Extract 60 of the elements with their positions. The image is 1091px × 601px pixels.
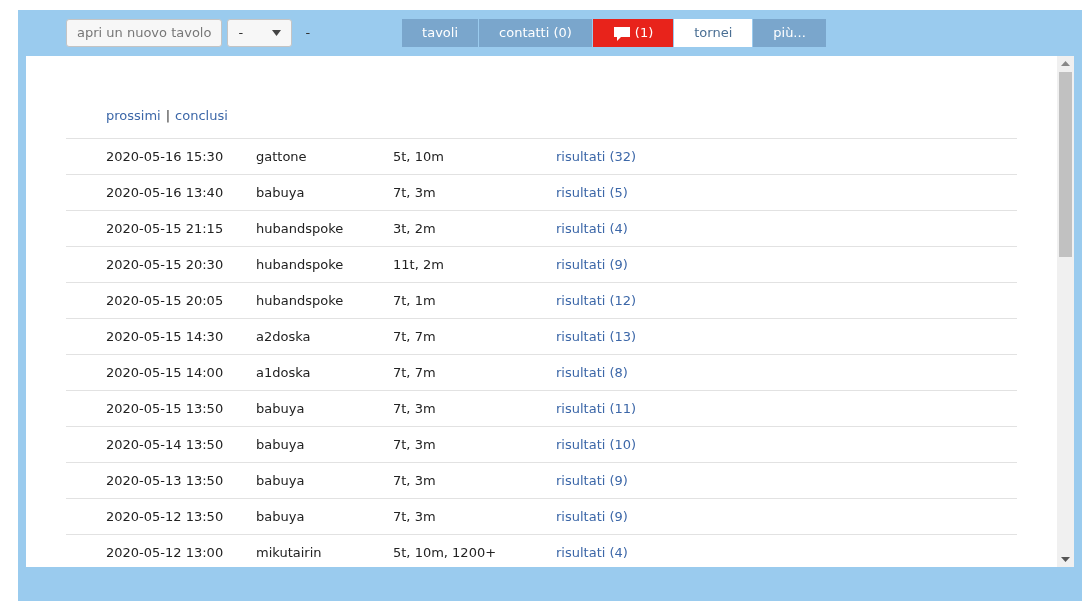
results-link[interactable]: risultati (13): [556, 326, 637, 347]
date-cell-text: 2020-05-12 13:50: [106, 507, 225, 526]
organizer-cell-text: hubandspoke: [256, 291, 345, 310]
date-cell-text: 2020-05-16 13:40: [106, 183, 225, 202]
status-text: -: [305, 24, 311, 43]
settings-cell-text: 7t, 3m: [393, 183, 437, 202]
settings-cell-text: 7t, 3m: [393, 471, 437, 490]
scrollbar-thumb[interactable]: [1059, 72, 1072, 257]
results-link[interactable]: risultati (12): [556, 290, 637, 311]
date-cell-text: 2020-05-15 13:50: [106, 399, 225, 418]
settings-cell-text: 7t, 3m: [393, 507, 437, 526]
filter-link[interactable]: conclusi: [175, 106, 228, 126]
scrollbar[interactable]: [1057, 56, 1074, 567]
results-link[interactable]: risultati (9): [556, 470, 628, 491]
chat-tab[interactable]: (1): [592, 19, 675, 47]
settings-cell-text: 3t, 2m: [393, 219, 437, 238]
date-cell-text: 2020-05-15 20:30: [106, 255, 225, 274]
tab[interactable]: tornei: [674, 19, 754, 47]
settings-cell-text: 5t, 10m: [393, 147, 445, 166]
settings-cell-text: 5t, 10m, 1200+: [393, 543, 498, 562]
results-link[interactable]: risultati (9): [556, 506, 628, 527]
results-link[interactable]: risultati (10): [556, 434, 637, 455]
speech-bubble-icon: [612, 25, 631, 41]
organizer-cell-text: gattone: [256, 147, 308, 166]
filter-separator: |: [165, 107, 171, 125]
organizer-cell-text: babuya: [256, 399, 306, 418]
date-cell-text: 2020-05-15 20:05: [106, 291, 225, 310]
organizer-cell-text: hubandspoke: [256, 219, 345, 238]
results-link[interactable]: risultati (4): [556, 542, 628, 563]
date-cell-text: 2020-05-15 14:00: [106, 363, 225, 382]
results-link[interactable]: risultati (5): [556, 182, 628, 203]
settings-cell-text: 7t, 3m: [393, 399, 437, 418]
organizer-cell-text: a2doska: [256, 327, 312, 346]
results-link[interactable]: risultati (4): [556, 218, 628, 239]
filter-link[interactable]: prossimi: [106, 106, 161, 126]
results-link[interactable]: risultati (11): [556, 398, 637, 419]
settings-cell-text: 7t, 7m: [393, 363, 437, 382]
settings-cell-text: 7t, 1m: [393, 291, 437, 310]
organizer-cell-text: hubandspoke: [256, 255, 345, 274]
table-type-select[interactable]: -: [227, 19, 293, 47]
settings-cell-text: 7t, 3m: [393, 435, 437, 454]
organizer-cell-text: babuya: [256, 183, 306, 202]
results-link[interactable]: risultati (8): [556, 362, 628, 383]
organizer-cell-text: babuya: [256, 435, 306, 454]
organizer-cell-text: mikutairin: [256, 543, 323, 562]
results-link[interactable]: risultati (9): [556, 254, 628, 275]
date-cell-text: 2020-05-14 13:50: [106, 435, 225, 454]
date-cell-text: 2020-05-12 13:00: [106, 543, 225, 562]
date-cell-text: 2020-05-13 13:50: [106, 471, 225, 490]
organizer-cell-text: a1doska: [256, 363, 312, 382]
date-cell-text: 2020-05-16 15:30: [106, 147, 225, 166]
settings-cell-text: 7t, 7m: [393, 327, 437, 346]
results-link[interactable]: risultati (32): [556, 146, 637, 167]
organizer-cell-text: babuya: [256, 471, 306, 490]
dropdown-caret-icon: [272, 30, 282, 36]
date-cell-text: 2020-05-15 14:30: [106, 327, 225, 346]
date-cell-text: 2020-05-15 21:15: [106, 219, 225, 238]
new-table-button[interactable]: apri un nuovo tavolo: [66, 19, 223, 47]
organizer-cell-text: babuya: [256, 507, 306, 526]
settings-cell-text: 11t, 2m: [393, 255, 445, 274]
